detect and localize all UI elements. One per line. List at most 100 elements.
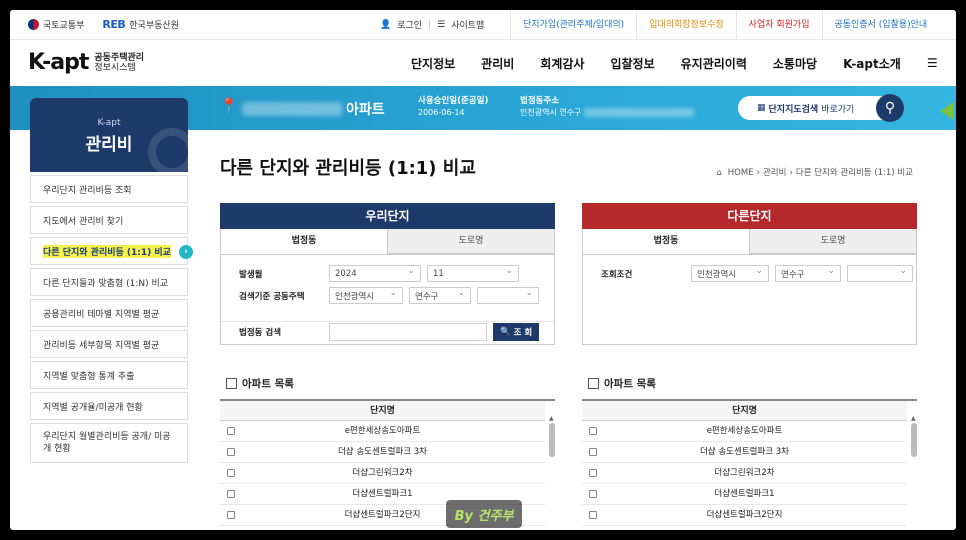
chevron-right-icon: ›	[179, 245, 193, 259]
our-apt-list-title: 아파트 목록	[226, 376, 294, 391]
our-sido-select[interactable]: 인천광역시	[329, 287, 403, 304]
scrollbar[interactable]: ▲	[911, 415, 917, 530]
taegeuk-icon	[28, 19, 39, 30]
sitemap-icon: ☰	[437, 19, 446, 30]
table-row[interactable]: 더샵 송도센트럴파크 3차	[220, 442, 545, 463]
nav-audit[interactable]: 회계감사	[527, 55, 597, 72]
building-icon	[226, 378, 237, 389]
other-complex-panel: 다른단지 법정동 도로명 조회조건 인천광역시 연수구	[582, 203, 917, 345]
globe-decoration-icon	[148, 128, 188, 172]
row-checkbox[interactable]	[589, 469, 597, 477]
sidebar-item-map-fee[interactable]: 지도에서 관리비 찾기	[30, 206, 188, 234]
row-checkbox[interactable]	[227, 427, 235, 435]
row-checkbox[interactable]	[589, 427, 597, 435]
reb-logo[interactable]: REB 한국부동산원	[102, 18, 179, 31]
arrow-left-icon[interactable]	[940, 102, 954, 120]
other-dong-select[interactable]	[847, 265, 913, 282]
business-signup-link[interactable]: 사업자 회원가입	[735, 10, 822, 40]
scrollbar[interactable]: ▲	[549, 415, 555, 530]
other-gu-select[interactable]: 연수구	[775, 265, 841, 282]
sidebar-item-detail-average[interactable]: 관리비등 세부항목 지역별 평균	[30, 330, 188, 358]
breadcrumb: ⌂ HOME › 관리비 › 다른 단지와 관리비등 (1:1) 비교	[716, 168, 913, 178]
nav-management-fee[interactable]: 관리비	[468, 55, 527, 72]
table-row[interactable]: 더샵센트럴파크2단지	[582, 505, 907, 526]
building-icon: ▦	[757, 103, 766, 113]
chairman-info-link[interactable]: 입대의회장정보수정	[636, 10, 736, 40]
other-search-form: 조회조건 인천광역시 연수구	[582, 255, 917, 345]
browser-frame: 국토교통부 REB 한국부동산원 👤 로그인 | ☰ 사이트맵 단지가입(관리주…	[10, 10, 956, 530]
main-header: K-apt 공동주택관리 정보시스템 단지정보 관리비 회계감사 입찰정보 유지…	[10, 40, 956, 86]
dong-search-input[interactable]	[329, 323, 487, 341]
sidebar-item-custom-stats[interactable]: 지역별 맞춤형 통계 추출	[30, 361, 188, 389]
sidebar: K-apt 관리비 우리단지 관리비등 조회 지도에서 관리비 찾기 다른 단지…	[30, 98, 193, 463]
our-complex-panel: 우리단지 법정동 도로명 발생월 2024 11 검색기준 공동주택 인천광역시…	[220, 203, 555, 345]
search-icon[interactable]: ⚲	[876, 94, 904, 122]
utility-bar: 국토교통부 REB 한국부동산원 👤 로그인 | ☰ 사이트맵 단지가입(관리주…	[10, 10, 956, 40]
redacted-name	[242, 102, 342, 116]
row-checkbox[interactable]	[589, 511, 597, 519]
row-checkbox[interactable]	[589, 490, 597, 498]
hamburger-icon[interactable]: ☰	[914, 56, 951, 70]
address-block: 법정동주소 인천광역시 연수구	[520, 95, 694, 119]
row-checkbox[interactable]	[589, 448, 597, 456]
search-icon: 🔍	[500, 327, 511, 337]
sidebar-item-disclosure-rate[interactable]: 지역별 공개율/미공개 현황	[30, 392, 188, 420]
apartment-name: 아파트	[242, 99, 385, 119]
redacted-address	[583, 108, 694, 117]
table-row[interactable]: 더샵센트럴파크1	[582, 484, 907, 505]
sidebar-item-compare-1toN[interactable]: 다른 단지들과 맞춤형 (1:N) 비교	[30, 268, 188, 296]
tab-our-legal-dong[interactable]: 법정동	[221, 229, 387, 254]
sidebar-item-theme-average[interactable]: 공용관리비 테마별 지역별 평균	[30, 299, 188, 327]
login-link[interactable]: 로그인	[397, 18, 422, 31]
other-sido-select[interactable]: 인천광역시	[691, 265, 769, 282]
scroll-up-icon[interactable]: ▲	[911, 415, 916, 422]
nav-maintenance[interactable]: 유지관리이력	[668, 55, 760, 72]
our-search-form: 발생월 2024 11 검색기준 공동주택 인천광역시 연수구 법정동 검색 🔍…	[220, 255, 555, 345]
kapt-logo[interactable]: K-apt 공동주택관리 정보시스템	[28, 50, 144, 75]
sidebar-item-monthly-disclosure[interactable]: 우리단지 월별관리비등 공개/ 미공개 현황	[30, 423, 188, 463]
search-button[interactable]: 🔍 조 회	[493, 323, 540, 341]
page-title: 다른 단지와 관리비등 (1:1) 비교	[220, 158, 476, 179]
tab-other-road-name[interactable]: 도로명	[749, 229, 916, 254]
table-row[interactable]: e편한세상송도아파트	[220, 421, 545, 442]
table-header: 단지명	[220, 401, 545, 421]
nav-bidding[interactable]: 입찰정보	[597, 55, 667, 72]
year-select[interactable]: 2024	[329, 265, 421, 282]
month-select[interactable]: 11	[427, 265, 519, 282]
other-apt-table: 단지명 e편한세상송도아파트 더샵 송도센트럴파크 3차 더샵그린워크2차 더샵…	[582, 399, 917, 526]
other-complex-header: 다른단지	[582, 203, 917, 229]
row-checkbox[interactable]	[227, 511, 235, 519]
table-row[interactable]: 더샵그린워크2차	[220, 463, 545, 484]
other-tabs: 법정동 도로명	[582, 229, 917, 255]
our-gu-select[interactable]: 연수구	[409, 287, 471, 304]
our-tabs: 법정동 도로명	[220, 229, 555, 255]
tab-other-legal-dong[interactable]: 법정동	[583, 229, 749, 254]
row-checkbox[interactable]	[227, 448, 235, 456]
location-pin-icon: 📍	[220, 98, 238, 114]
molit-logo[interactable]: 국토교통부	[28, 18, 84, 31]
nav-complex-info[interactable]: 단지정보	[398, 55, 468, 72]
scroll-up-icon[interactable]: ▲	[549, 415, 554, 422]
table-row[interactable]: e편한세상송도아파트	[582, 421, 907, 442]
row-checkbox[interactable]	[227, 469, 235, 477]
watermark: By 건주부	[446, 500, 522, 528]
our-dong-select[interactable]	[477, 287, 539, 304]
nav-about[interactable]: K-apt소개	[830, 55, 914, 72]
table-row[interactable]: 더샵 송도센트럴파크 3차	[582, 442, 907, 463]
tab-our-road-name[interactable]: 도로명	[387, 229, 554, 254]
scrollbar-thumb[interactable]	[549, 423, 555, 457]
row-checkbox[interactable]	[227, 490, 235, 498]
approval-date-block: 사용승인일(준공일) 2006-06-14	[418, 96, 489, 117]
register-complex-link[interactable]: 단지가입(관리주체/입대의)	[510, 10, 636, 40]
sidebar-header: K-apt 관리비	[30, 98, 188, 172]
scrollbar-thumb[interactable]	[911, 423, 917, 457]
sidebar-item-our-fee[interactable]: 우리단지 관리비등 조회	[30, 175, 188, 203]
home-icon: ⌂	[716, 168, 722, 178]
sitemap-link[interactable]: 사이트맵	[451, 18, 484, 31]
nav-community[interactable]: 소통마당	[760, 55, 830, 72]
table-header: 단지명	[582, 401, 907, 421]
table-row[interactable]: 더샵그린워크2차	[582, 463, 907, 484]
person-icon: 👤	[380, 19, 392, 30]
sidebar-item-compare-1to1[interactable]: 다른 단지와 관리비등 (1:1) 비교 ›	[30, 237, 193, 265]
certificate-guide-link[interactable]: 공동인증서 (입찰용)안내	[821, 10, 940, 40]
